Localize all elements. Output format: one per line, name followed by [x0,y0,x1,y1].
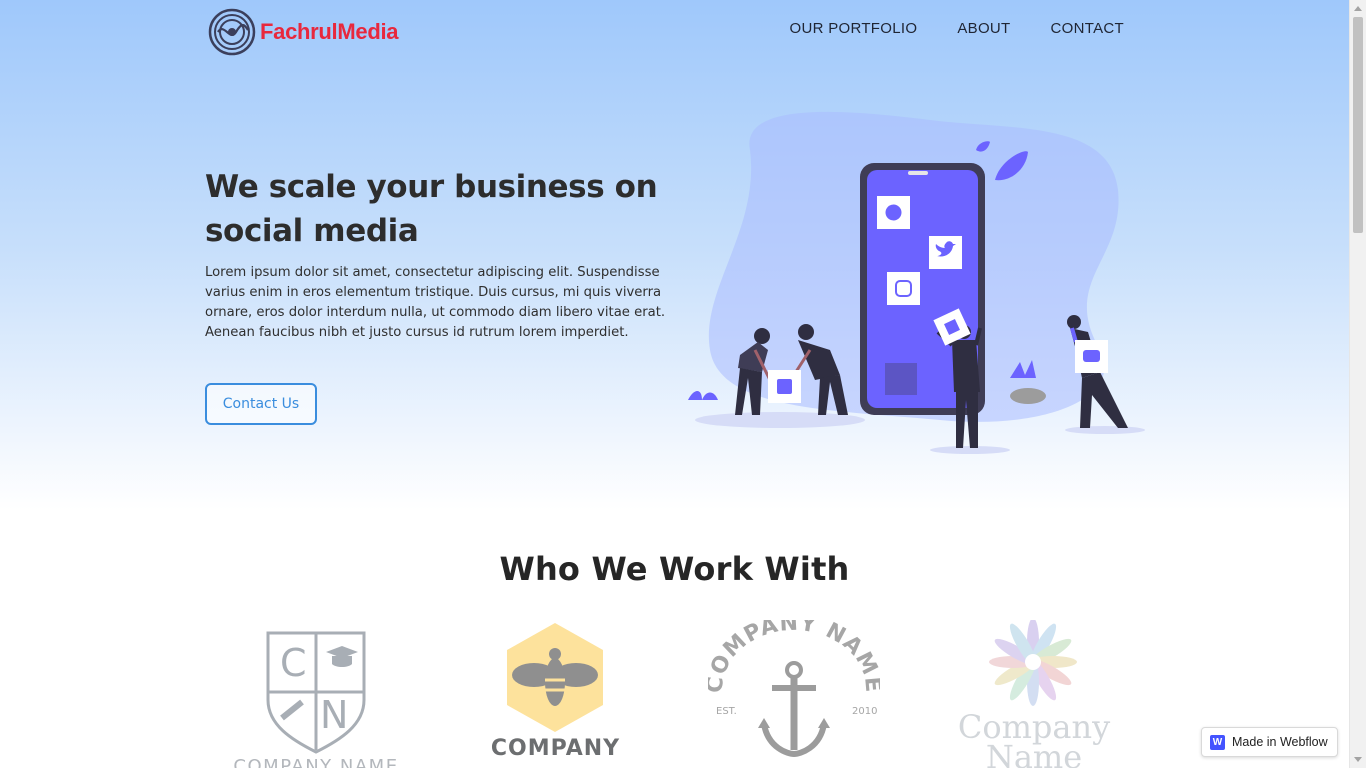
rock [1010,388,1046,404]
made-in-webflow-badge[interactable]: W Made in Webflow [1201,727,1338,757]
scroll-thumb[interactable] [1353,17,1363,233]
anchor-est-text: EST. [716,706,737,717]
instagram-card [887,272,920,305]
main-nav: OUR PORTFOLIO ABOUT CONTACT [790,20,1124,37]
client-logo-3: COMPANY NAME EST. 2010 [708,620,880,768]
scroll-up-arrow-icon[interactable] [1354,6,1362,11]
vertical-scrollbar[interactable] [1349,0,1366,768]
shield-crest-icon: C N [266,631,366,754]
hero-description: Lorem ipsum dolor sit amet, consectetur … [205,265,666,340]
page: FachrulMedia OUR PORTFOLIO ABOUT CONTACT… [0,0,1349,768]
brand-logo[interactable]: FachrulMedia [208,8,399,56]
plant-icon [688,391,718,400]
contact-us-button[interactable]: Contact Us [205,383,317,425]
brand-name: FachrulMedia [260,19,399,44]
client-logo-4: Company Name [945,620,1123,768]
clients-title: Who We Work With [499,550,850,588]
bee-hexagon-icon [507,623,603,732]
nav-about[interactable]: ABOUT [957,20,1010,37]
flower-icon [989,620,1077,706]
client-name-4: Company Name [957,708,1111,768]
brand-logo-icon [208,8,256,56]
pinterest-icon [885,204,902,221]
phone-speaker [908,171,928,175]
nav-portfolio[interactable]: OUR PORTFOLIO [790,20,918,37]
crest-letter-n: N [320,693,348,737]
client-logo-2: COMPANY [488,620,623,768]
anchor-year-text: 2010 [852,706,877,717]
social-media-illustration [688,111,1145,454]
webflow-logo-icon: W [1210,734,1225,750]
scroll-down-arrow-icon[interactable] [1354,757,1362,762]
hero-title: We scale your business on social media [205,169,658,249]
placeholder-card [885,363,917,395]
shadow-right [1065,426,1145,434]
client-logo-1: C N COMPANY NAME [230,620,402,768]
client-name-2: COMPANY [490,736,621,761]
client-name-1: COMPANY NAME [233,756,399,768]
badge-label: Made in Webflow [1232,735,1328,749]
nav-contact[interactable]: CONTACT [1051,20,1124,37]
anchor-badge-icon: COMPANY NAME EST. 2010 [708,620,880,758]
youtube-icon [1083,350,1100,362]
crest-letter-c: C [280,641,307,685]
site-header: FachrulMedia OUR PORTFOLIO ABOUT CONTACT [0,0,1349,62]
facebook-icon [777,379,792,394]
